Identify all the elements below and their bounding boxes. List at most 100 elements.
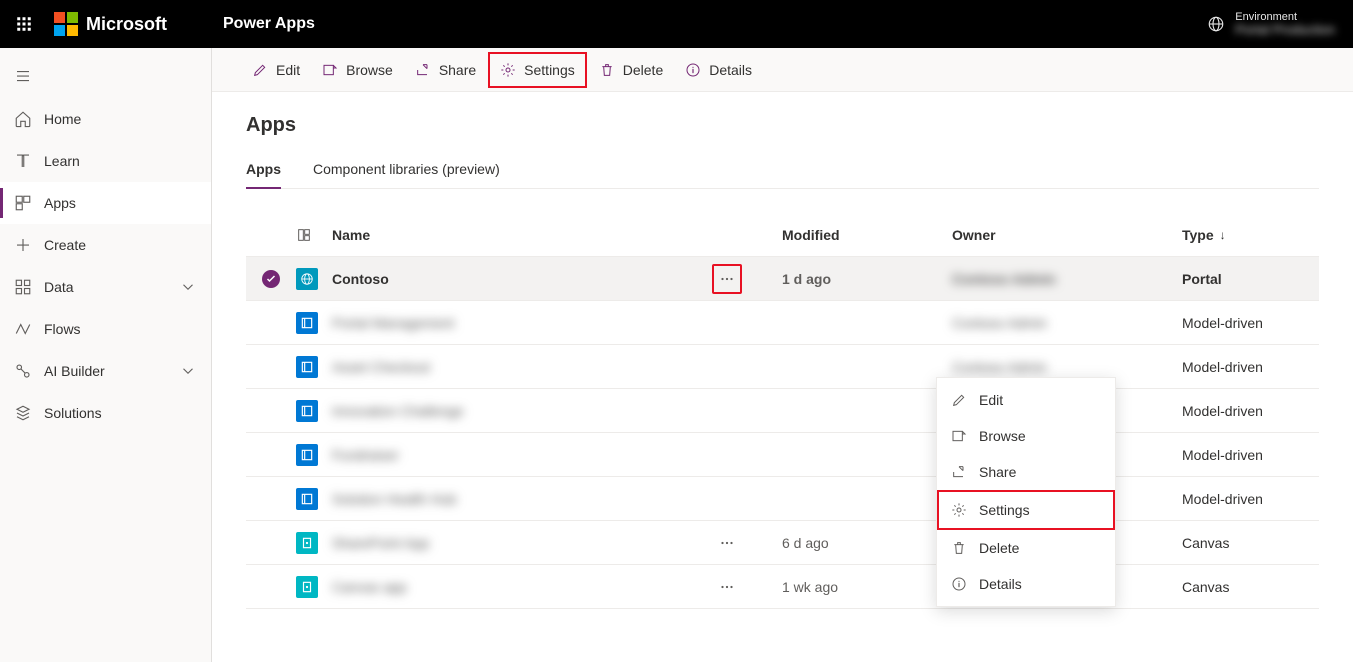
context-menu-details[interactable]: Details bbox=[937, 566, 1115, 602]
globe-icon bbox=[1207, 15, 1225, 33]
tab-list: Apps Component libraries (preview) bbox=[246, 161, 1319, 189]
sidebar-item-apps[interactable]: Apps bbox=[0, 182, 211, 224]
app-type: Model-driven bbox=[1182, 359, 1342, 375]
more-icon bbox=[718, 270, 736, 288]
col-owner[interactable]: Owner bbox=[952, 227, 1182, 243]
app-name: SharePoint App bbox=[332, 535, 712, 551]
apps-icon bbox=[14, 194, 32, 212]
apps-column-icon[interactable] bbox=[296, 227, 312, 243]
app-icon bbox=[296, 268, 318, 290]
browse-icon bbox=[951, 428, 967, 444]
app-owner: Contoso Admin bbox=[952, 315, 1182, 331]
app-modified: 6 d ago bbox=[782, 535, 952, 551]
global-header: Microsoft Power Apps Environment Portal … bbox=[0, 0, 1353, 48]
sidebar-item-label: Apps bbox=[44, 195, 76, 211]
app-name: Fundraiser bbox=[332, 447, 712, 463]
sidebar-item-home[interactable]: Home bbox=[0, 98, 211, 140]
details-label: Details bbox=[709, 62, 752, 78]
product-name: Power Apps bbox=[223, 15, 315, 33]
share-button[interactable]: Share bbox=[405, 54, 486, 86]
tab-component-libraries[interactable]: Component libraries (preview) bbox=[313, 161, 500, 188]
table-row[interactable]: Portal Management Contoso Admin Model-dr… bbox=[246, 301, 1319, 345]
browse-button[interactable]: Browse bbox=[312, 54, 403, 86]
app-modified: 1 wk ago bbox=[782, 579, 952, 595]
context-menu-settings[interactable]: Settings bbox=[937, 490, 1115, 530]
app-name: Innovation Challenge bbox=[332, 403, 712, 419]
sidebar-item-label: AI Builder bbox=[44, 363, 105, 379]
table-row[interactable]: Contoso 1 d ago Contoso Admin Portal bbox=[246, 257, 1319, 301]
sidebar-item-create[interactable]: Create bbox=[0, 224, 211, 266]
browse-label: Browse bbox=[346, 62, 393, 78]
sidebar-toggle[interactable] bbox=[0, 54, 211, 98]
app-icon bbox=[296, 488, 318, 510]
more-actions-button[interactable] bbox=[712, 528, 742, 558]
sidebar-item-learn[interactable]: Learn bbox=[0, 140, 211, 182]
apps-grid: Name Modified Owner Type↓ Contoso 1 d ag… bbox=[246, 213, 1319, 609]
chevron-down-icon bbox=[179, 362, 197, 380]
menu-icon bbox=[14, 67, 32, 85]
context-menu-label: Details bbox=[979, 576, 1022, 592]
app-owner: Contoso Admin bbox=[952, 359, 1182, 375]
delete-icon bbox=[599, 62, 615, 78]
solutions-icon bbox=[14, 404, 32, 422]
table-row[interactable]: Asset Checkout Contoso Admin Model-drive… bbox=[246, 345, 1319, 389]
command-bar: Edit Browse Share Settings Delete Detail… bbox=[212, 48, 1353, 92]
more-actions-button[interactable] bbox=[712, 572, 742, 602]
share-label: Share bbox=[439, 62, 476, 78]
app-modified: 1 d ago bbox=[782, 271, 952, 287]
delete-button[interactable]: Delete bbox=[589, 54, 673, 86]
app-icon bbox=[296, 400, 318, 422]
app-icon bbox=[296, 532, 318, 554]
page-title: Apps bbox=[246, 114, 1319, 137]
app-type: Model-driven bbox=[1182, 403, 1342, 419]
app-owner: Contoso Admin bbox=[952, 271, 1182, 287]
settings-button[interactable]: Settings bbox=[488, 52, 587, 88]
edit-button[interactable]: Edit bbox=[242, 54, 310, 86]
selected-check-icon[interactable] bbox=[262, 270, 280, 288]
app-name: Portal Management bbox=[332, 315, 712, 331]
tab-apps[interactable]: Apps bbox=[246, 161, 281, 189]
app-type: Canvas bbox=[1182, 535, 1342, 551]
waffle-icon bbox=[15, 15, 33, 33]
table-row[interactable]: Solution Health Hub System Model-driven bbox=[246, 477, 1319, 521]
sidebar-item-label: Flows bbox=[44, 321, 81, 337]
table-row[interactable]: SharePoint App 6 d ago Contoso Admin Can… bbox=[246, 521, 1319, 565]
app-name: Contoso bbox=[332, 271, 712, 287]
app-type: Portal bbox=[1182, 271, 1342, 287]
context-menu-label: Edit bbox=[979, 392, 1003, 408]
table-row[interactable]: Fundraiser Contoso Admin Model-driven bbox=[246, 433, 1319, 477]
table-row[interactable]: Canvas app 1 wk ago Contoso Admin Canvas bbox=[246, 565, 1319, 609]
more-actions-button[interactable] bbox=[712, 264, 742, 294]
app-name: Canvas app bbox=[332, 579, 712, 595]
col-name[interactable]: Name bbox=[332, 227, 712, 243]
environment-picker[interactable]: Environment Portal Production bbox=[1207, 11, 1335, 37]
settings-icon bbox=[500, 62, 516, 78]
sidebar-item-flows[interactable]: Flows bbox=[0, 308, 211, 350]
settings-label: Settings bbox=[524, 62, 575, 78]
details-button[interactable]: Details bbox=[675, 54, 762, 86]
context-menu-browse[interactable]: Browse bbox=[937, 418, 1115, 454]
edit-icon bbox=[252, 62, 268, 78]
browse-icon bbox=[322, 62, 338, 78]
app-type: Model-driven bbox=[1182, 315, 1342, 331]
table-row[interactable]: Innovation Challenge Contoso Admin Model… bbox=[246, 389, 1319, 433]
context-menu-delete[interactable]: Delete bbox=[937, 530, 1115, 566]
app-type: Model-driven bbox=[1182, 447, 1342, 463]
sidebar-item-ai-builder[interactable]: AI Builder bbox=[0, 350, 211, 392]
sidebar-item-solutions[interactable]: Solutions bbox=[0, 392, 211, 434]
app-type: Canvas bbox=[1182, 579, 1342, 595]
sidebar-item-data[interactable]: Data bbox=[0, 266, 211, 308]
context-menu-edit[interactable]: Edit bbox=[937, 382, 1115, 418]
waffle-button[interactable] bbox=[8, 8, 40, 40]
app-icon bbox=[296, 444, 318, 466]
col-modified[interactable]: Modified bbox=[782, 227, 952, 243]
sort-arrow-icon: ↓ bbox=[1220, 228, 1226, 242]
edit-label: Edit bbox=[276, 62, 300, 78]
col-type[interactable]: Type↓ bbox=[1182, 227, 1342, 243]
sidebar: Home Learn Apps CreateData Flows AI Builder So… bbox=[0, 48, 212, 662]
delete-label: Delete bbox=[623, 62, 663, 78]
app-name: Asset Checkout bbox=[332, 359, 712, 375]
app-icon bbox=[296, 312, 318, 334]
sidebar-item-label: Learn bbox=[44, 153, 80, 169]
context-menu-share[interactable]: Share bbox=[937, 454, 1115, 490]
